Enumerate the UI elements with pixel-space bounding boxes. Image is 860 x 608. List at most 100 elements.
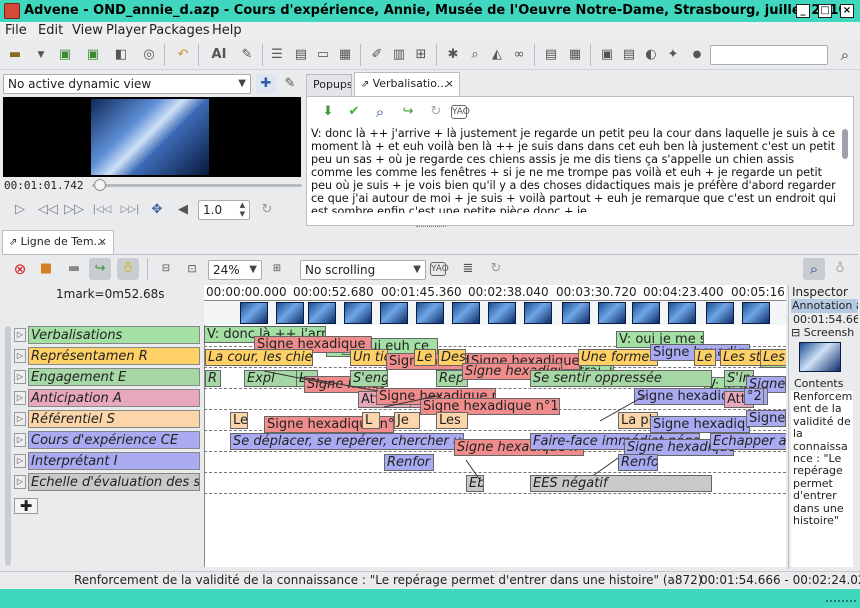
package-view-icon[interactable]: ▣ [596,44,618,66]
bulb-icon[interactable]: ♁ [117,258,139,280]
thumbnail[interactable] [452,302,480,324]
window-view-icon[interactable]: ▭ [312,44,334,66]
thumbnail[interactable] [276,302,304,324]
timeline-refresh-icon[interactable]: ↻ [485,258,507,280]
forward-icon[interactable]: ▷▷ [63,199,85,221]
yao-tag-icon[interactable]: YAO [430,262,449,276]
annotation[interactable]: Renfor [384,454,434,471]
annotation[interactable]: Eb [466,475,484,492]
thumbnail[interactable] [524,302,552,324]
annotation[interactable]: EES négatif [530,475,712,492]
thumbnail[interactable] [706,302,734,324]
goto-icon[interactable]: ↪ [397,101,419,123]
annotation[interactable]: Une forme q [578,349,658,366]
inspector-screenshot[interactable] [799,342,841,372]
close-icon[interactable]: × [840,4,854,18]
inspector-screenshot-expander[interactable]: ⊟ Screensh [791,326,858,339]
thumbnail[interactable] [344,302,372,324]
thumbnail[interactable] [416,302,444,324]
palette-icon[interactable]: ■ [35,258,57,280]
pane-splitter[interactable] [416,226,446,230]
track-menu-button[interactable]: ▷ [14,328,26,342]
tab-popups[interactable]: Popups [306,74,352,96]
track-engagement[interactable]: Engagement E [28,368,200,386]
resize-grip-icon[interactable] [826,596,856,602]
thumbnail[interactable] [308,302,336,324]
track-interpretant[interactable]: Interprétant I [28,452,200,470]
rectangle-icon[interactable]: ▬ [63,258,85,280]
annotation[interactable]: La cour, les chien [205,349,313,366]
track-menu-button[interactable]: ▷ [14,349,26,363]
edit-view-icon[interactable]: ✐ [366,44,388,66]
annotation[interactable]: Signe [746,410,786,427]
skip-forward-icon[interactable]: ▷▷| [119,199,141,221]
zoom-in-icon[interactable]: ⊞ [266,258,288,280]
track-menu-button[interactable]: ▷ [14,391,26,405]
seek-handle[interactable] [94,179,106,191]
zoom-out-icon[interactable]: ⊟ [155,258,177,280]
book-icon[interactable]: ▥ [388,44,410,66]
rewind-icon[interactable]: ◁◁ [37,199,59,221]
dynamic-view-select[interactable]: No active dynamic view ▼ [3,74,251,94]
network-icon[interactable]: ✱ [442,44,464,66]
edit-view-icon[interactable]: ✎ [280,74,300,94]
track-anticipation[interactable]: Anticipation A [28,389,200,407]
thumbnail[interactable] [240,302,268,324]
rate-spinner[interactable]: 1.0 ▲ ▼ [198,200,250,220]
thumbnail[interactable] [632,302,660,324]
annotation[interactable]: Le [414,349,436,366]
reload-icon[interactable]: ↻ [425,101,447,123]
annotation[interactable]: Le [694,349,716,366]
tree-view-icon[interactable]: ⊞ [410,44,432,66]
search-icon[interactable]: ⌕ [834,44,856,66]
zoom-fit-icon[interactable]: ⊡ [181,258,203,280]
annotation[interactable]: R [205,370,221,387]
timeline-left-scrollbar[interactable] [5,326,11,566]
transcript-text[interactable]: V: donc là ++ j'arrive + là justement je… [311,127,839,213]
zoom-select[interactable]: 24% ▼ [208,260,262,280]
skip-back-icon[interactable]: |◁◁ [91,199,113,221]
search-view-icon[interactable]: ⌕ [464,44,486,66]
table-view-icon[interactable]: ☰ [266,44,288,66]
refresh-icon[interactable]: ↻ [256,199,278,221]
annotation[interactable]: Signe hexadique n°2 [650,416,750,433]
seek-slider[interactable] [92,184,302,187]
open-file-icon[interactable]: ▬ [4,44,26,66]
import-icon[interactable]: ◧ [110,44,132,66]
annotation[interactable]: Renfo [618,454,658,471]
play-icon[interactable]: ▷ [9,199,31,221]
close-timeline-tab-icon[interactable]: × [98,231,107,253]
annotation[interactable]: Les [436,412,468,429]
close-tab-icon[interactable]: × [445,73,454,95]
track-menu-button[interactable]: ▷ [14,475,26,489]
calendar-icon[interactable]: ▤ [618,44,640,66]
undo-icon[interactable]: ↶ [172,44,194,66]
volume-icon[interactable]: ◀ [172,199,194,221]
timeline-bulb-icon[interactable]: ♁ [829,258,851,280]
track-referentiel[interactable]: Référentiel S [28,410,200,428]
menu-player[interactable]: Player [106,23,146,38]
menu-packages[interactable]: Packages [149,23,210,38]
add-view-icon[interactable]: ✚ [256,74,276,94]
save-icon[interactable]: ▣ [54,44,76,66]
video-player[interactable] [3,97,301,177]
annotation[interactable]: Echapper ai [710,433,786,450]
binoculars-icon[interactable]: ∞ [508,44,530,66]
menu-help[interactable]: Help [212,23,242,38]
tab-verbalisations[interactable]: ⇗ Verbalisatio... × [354,72,460,96]
annotation[interactable]: Les st [720,349,762,366]
transcript-scrollbar[interactable] [842,129,848,159]
thumbnail[interactable] [488,302,516,324]
text-annotation-icon[interactable]: AI [208,44,230,66]
thumbnail[interactable] [380,302,408,324]
save-as-icon[interactable]: ▣ [82,44,104,66]
time-ruler[interactable]: 00:00:00.000 00:00:52.680 00:01:45.360 0… [204,285,786,301]
annotation[interactable]: Les [760,349,786,366]
find-icon[interactable]: ⌕ [369,101,391,123]
sail-icon[interactable]: ◭ [486,44,508,66]
maximize-icon[interactable]: □ [818,4,832,18]
add-track-button[interactable]: ✚ [14,498,38,514]
annotation[interactable]: S'eng [350,370,388,387]
annotation[interactable]: Le [230,412,248,429]
inspector-contents[interactable]: Renforcement de la validité de la connai… [791,391,853,567]
